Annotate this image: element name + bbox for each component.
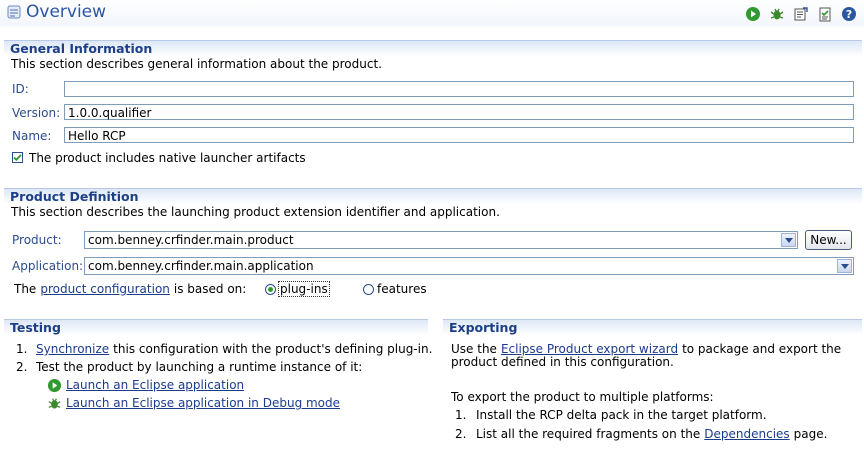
version-label: Version: bbox=[12, 106, 61, 120]
launch-debug-mode-link[interactable]: Launch an Eclipse application in Debug m… bbox=[66, 396, 340, 410]
exporting-step2-number: 2. bbox=[455, 427, 467, 441]
general-info-description: This section describes general informati… bbox=[11, 57, 382, 71]
testing-step2-text: Test the product by launching a runtime … bbox=[36, 360, 363, 374]
product-combo-value: com.benney.crfinder.main.product bbox=[88, 233, 294, 247]
config-prefix: The bbox=[14, 282, 37, 296]
launch-run-icon[interactable] bbox=[47, 378, 62, 396]
exporting-line1-prefix: Use the bbox=[451, 342, 497, 356]
page-title: Overview bbox=[6, 2, 106, 22]
plugins-radio[interactable] bbox=[265, 284, 276, 295]
svg-text:?: ? bbox=[846, 8, 852, 21]
product-definition-heading[interactable]: Product Definition bbox=[4, 188, 862, 204]
product-combo[interactable]: com.benney.crfinder.main.product bbox=[84, 231, 798, 249]
editor-toolbar: ? bbox=[744, 5, 858, 23]
id-label: ID: bbox=[12, 82, 29, 96]
checkmark-icon bbox=[13, 154, 22, 162]
product-label: Product: bbox=[12, 233, 62, 247]
testing-step1-number: 1. bbox=[16, 342, 28, 356]
testing-heading[interactable]: Testing bbox=[4, 319, 428, 335]
chevron-down-icon bbox=[840, 263, 849, 269]
application-label: Application: bbox=[12, 259, 84, 273]
exporting-line1-suffix: to package and export the bbox=[682, 342, 842, 356]
application-combo[interactable]: com.benney.crfinder.main.application bbox=[84, 257, 854, 275]
exporting-line1: Use the Eclipse Product export wizard to… bbox=[451, 342, 841, 356]
testing-step2-number: 2. bbox=[16, 360, 28, 374]
id-field[interactable] bbox=[64, 81, 854, 97]
product-configuration-link[interactable]: product configuration bbox=[40, 282, 170, 296]
application-dropdown-button[interactable] bbox=[837, 259, 852, 273]
exporting-line2: product defined in this configuration. bbox=[451, 355, 674, 369]
native-launcher-label[interactable]: The product includes native launcher art… bbox=[29, 151, 306, 165]
application-combo-value: com.benney.crfinder.main.application bbox=[88, 259, 314, 273]
exporting-step1-text: Install the RCP delta pack in the target… bbox=[476, 408, 767, 422]
page-title-text: Overview bbox=[26, 2, 107, 22]
name-field[interactable]: Hello RCP bbox=[64, 127, 854, 143]
debug-icon[interactable] bbox=[768, 5, 786, 23]
exporting-step2: List all the required fragments on the D… bbox=[476, 427, 827, 441]
features-radio[interactable] bbox=[363, 284, 374, 295]
product-definition-description: This section describes the launching pro… bbox=[11, 205, 500, 219]
configuration-basis-row: The product configuration is based on: bbox=[14, 282, 246, 296]
general-info-heading[interactable]: General Information bbox=[4, 40, 862, 56]
config-suffix: is based on: bbox=[173, 282, 247, 296]
radio-selected-dot bbox=[268, 287, 273, 292]
exporting-heading[interactable]: Exporting bbox=[443, 319, 862, 335]
launch-debug-icon[interactable] bbox=[47, 396, 62, 414]
sync-icon[interactable] bbox=[816, 5, 834, 23]
testing-step1-text: this configuration with the product's de… bbox=[113, 342, 433, 356]
exporting-step2-suffix: page. bbox=[793, 427, 828, 441]
exporting-multi-intro: To export the product to multiple platfo… bbox=[451, 390, 714, 404]
run-icon[interactable] bbox=[744, 5, 762, 23]
dependencies-link[interactable]: Dependencies bbox=[704, 427, 789, 441]
native-launcher-checkbox[interactable] bbox=[12, 152, 23, 163]
exporting-step1-number: 1. bbox=[455, 408, 467, 422]
exporting-step2-prefix: List all the required fragments on the bbox=[476, 427, 701, 441]
name-label: Name: bbox=[12, 129, 52, 143]
product-icon bbox=[7, 5, 21, 19]
features-radio-label[interactable]: features bbox=[377, 282, 427, 296]
export-wizard-link[interactable]: Eclipse Product export wizard bbox=[501, 342, 678, 356]
testing-step1: Synchronize this configuration with the … bbox=[36, 342, 432, 356]
new-product-button[interactable]: New... bbox=[805, 230, 852, 250]
chevron-down-icon bbox=[784, 237, 793, 243]
help-icon[interactable]: ? bbox=[840, 5, 858, 23]
version-field[interactable]: 1.0.0.qualifier bbox=[64, 104, 854, 120]
plugins-radio-label[interactable]: plug-ins bbox=[278, 281, 330, 297]
editor-header: Overview ? bbox=[0, 0, 864, 26]
product-dropdown-button[interactable] bbox=[781, 233, 796, 247]
launch-eclipse-application-link[interactable]: Launch an Eclipse application bbox=[66, 378, 244, 392]
synchronize-link[interactable]: Synchronize bbox=[36, 342, 109, 356]
export-icon[interactable] bbox=[792, 5, 810, 23]
